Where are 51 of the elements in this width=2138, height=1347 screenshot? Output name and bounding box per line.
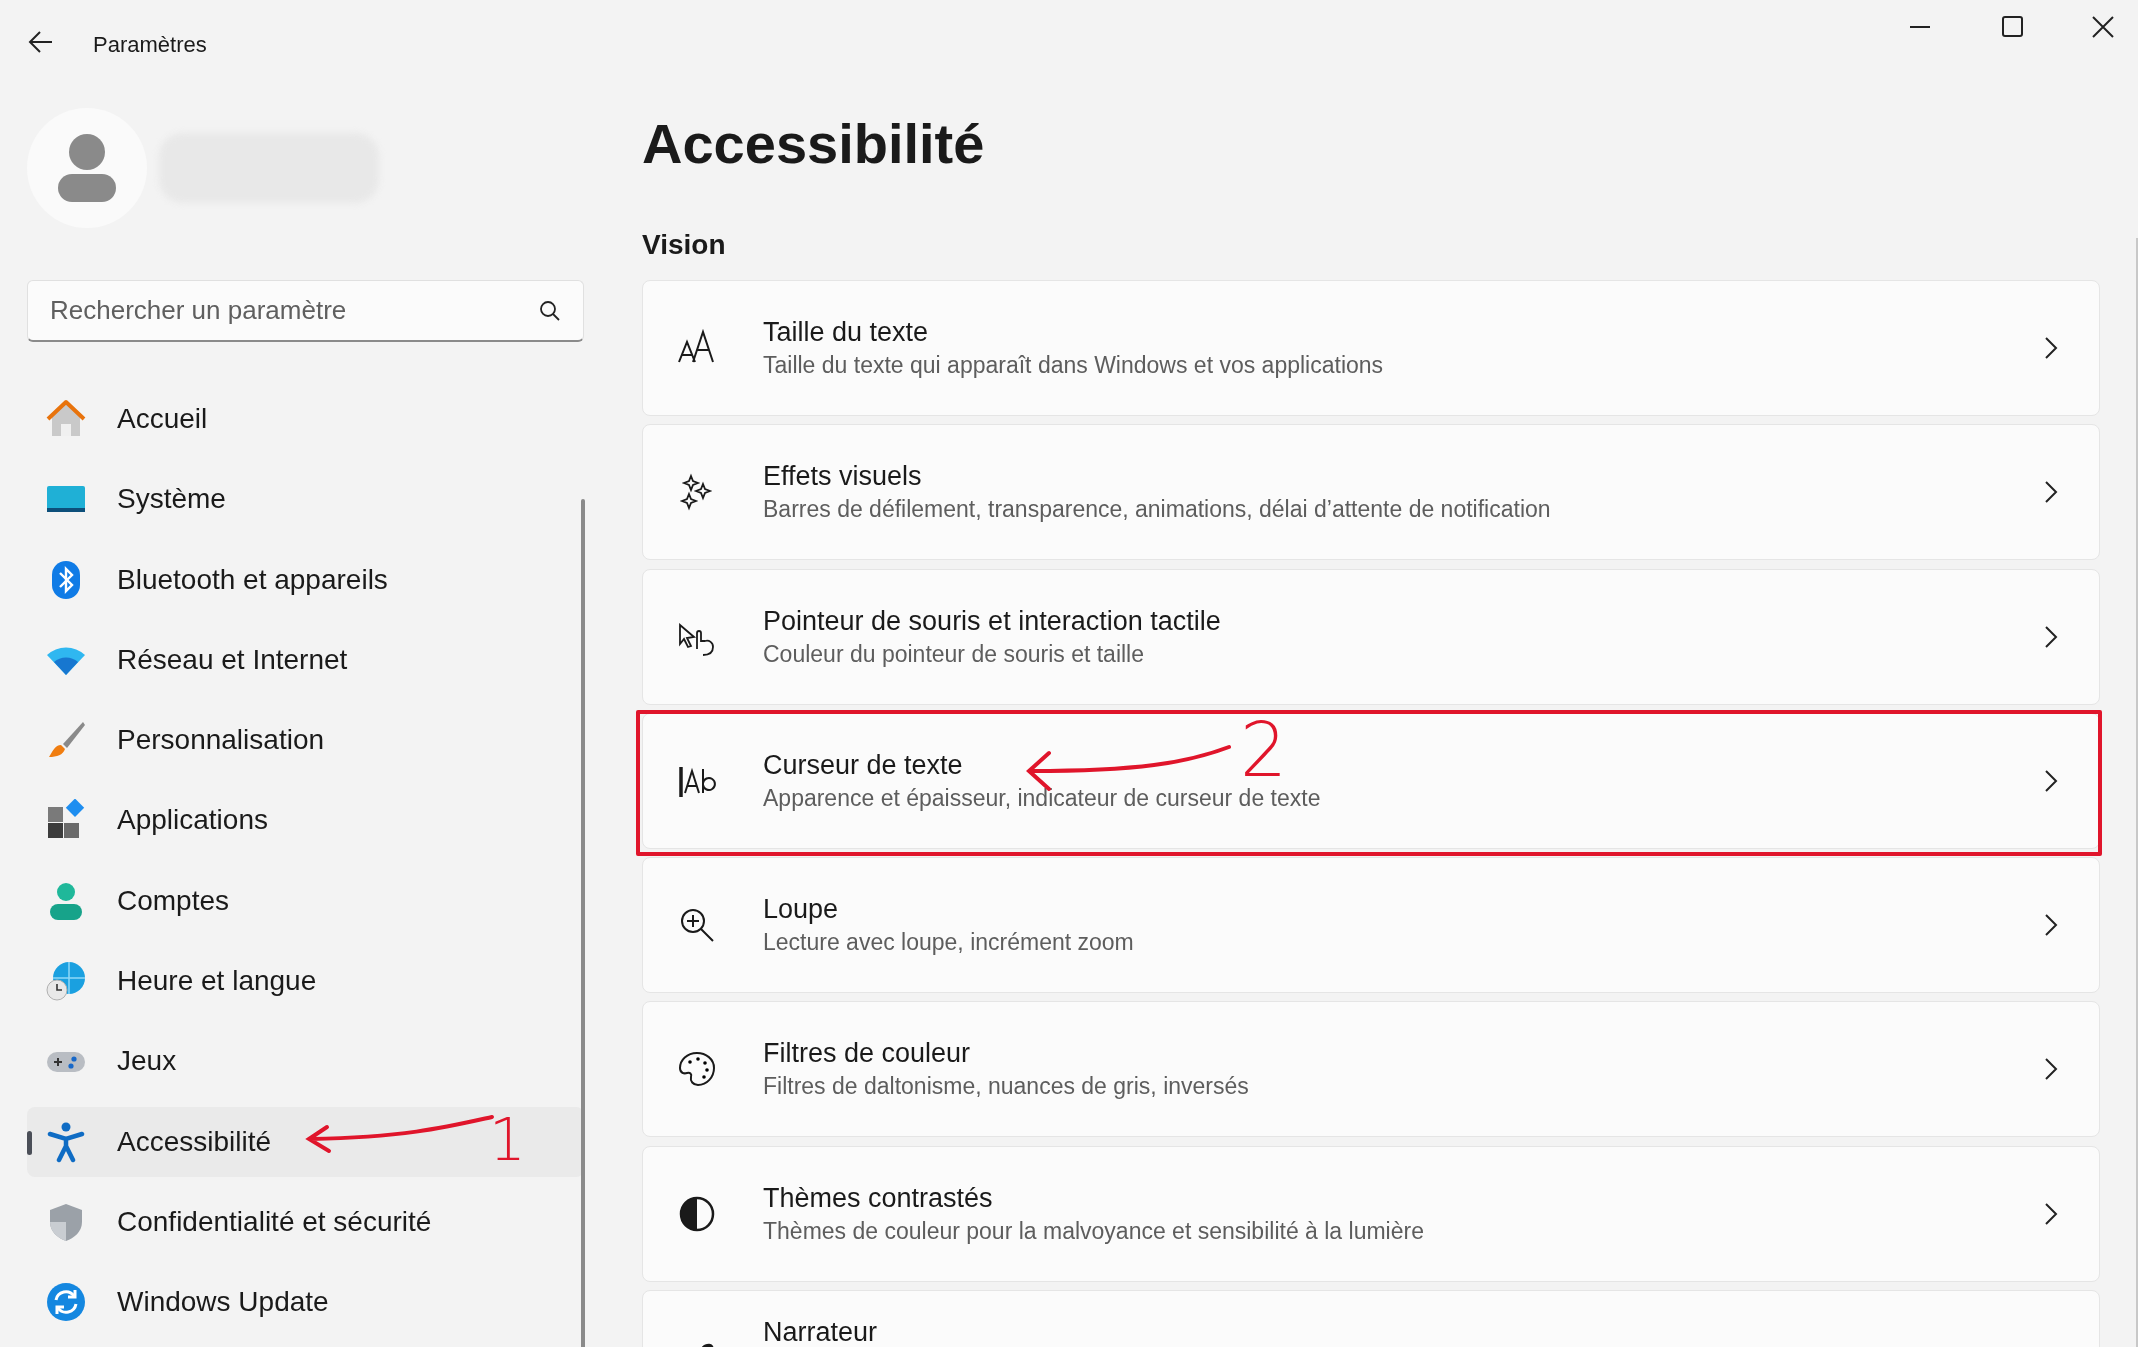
settings-card[interactable]: Loupe Lecture avec loupe, incrément zoom xyxy=(642,857,2100,994)
nav-item[interactable]: Heure et langue xyxy=(27,946,584,1017)
page-title: Accessibilité xyxy=(642,111,986,177)
nav-item[interactable]: Bluetooth et appareils xyxy=(27,544,584,615)
nav-item[interactable]: Réseau et Internet xyxy=(27,624,584,695)
accessibility-icon xyxy=(45,1120,87,1163)
search-icon xyxy=(538,299,562,323)
nav-item[interactable]: Système xyxy=(27,464,584,535)
settings-card[interactable]: Taille du texte Taille du texte qui apparaît dans Windows et vos applications xyxy=(642,280,2100,416)
card-title: Filtres de couleur xyxy=(763,1037,971,1071)
sync-icon xyxy=(45,1281,87,1324)
chevron-right-icon xyxy=(2043,767,2059,794)
card-title: Loupe xyxy=(763,893,839,927)
globe-clock-icon xyxy=(45,960,87,1003)
nav-item[interactable]: Confidentialité et sécurité xyxy=(27,1186,584,1257)
card-description: Lecture avec loupe, incrément zoom xyxy=(763,928,1134,958)
chevron-right-icon xyxy=(2043,623,2059,650)
nav-item[interactable]: Jeux xyxy=(27,1026,584,1097)
card-title: Thèmes contrastés xyxy=(763,1181,993,1215)
card-title: Pointeur de souris et interaction tactile xyxy=(763,604,1221,638)
card-title: Effets visuels xyxy=(763,460,922,494)
card-description: Thèmes de couleur pour la malvoyance et sensibilité à la lumière xyxy=(763,1216,1424,1246)
search-field[interactable]: Rechercher un paramètre xyxy=(27,280,584,342)
window-title: Paramètres xyxy=(93,31,207,59)
card-title: Curseur de texte xyxy=(763,748,963,782)
card-description: Couleur du pointeur de souris et taille xyxy=(763,639,1144,669)
settings-card[interactable]: Filtres de couleur Filtres de daltonisme, nuances de gris, inversés xyxy=(642,1001,2100,1138)
section-heading: Vision xyxy=(642,228,727,262)
nav-item[interactable]: Accueil xyxy=(27,384,584,454)
card-description: Taille du texte qui apparaît dans Windows et vos applications xyxy=(763,351,1384,380)
nav-item[interactable]: Comptes xyxy=(27,865,584,936)
nav-item[interactable]: Accessibilité 1 xyxy=(27,1106,584,1177)
selection-indicator xyxy=(27,1130,32,1155)
chevron-right-icon xyxy=(2043,335,2059,361)
card-description: Filtres de daltonisme, nuances de gris, inversés xyxy=(763,1072,1249,1102)
card-description: Barres de défilement, transparence, animations, délai d’attente de notification xyxy=(763,495,1551,525)
chevron-right-icon xyxy=(2043,1200,2059,1227)
nav-item[interactable]: Windows Update xyxy=(27,1267,584,1338)
back-icon[interactable] xyxy=(28,30,54,54)
settings-card[interactable]: Pointeur de souris et interaction tactile Couleur du pointeur de souris et taille xyxy=(642,568,2100,705)
nav-item[interactable]: Applications xyxy=(27,785,584,856)
person-icon xyxy=(56,132,118,204)
close-icon[interactable] xyxy=(2090,14,2116,40)
handwritten-number: 1 xyxy=(489,1110,526,1169)
settings-card[interactable]: Thèmes contrastés Thèmes de couleur pour la malvoyance et sensibilité à la lumière xyxy=(642,1145,2100,1282)
card-title: Narrateur xyxy=(763,1316,878,1347)
card-title: Taille du texte xyxy=(763,316,929,349)
settings-card[interactable]: Narrateur xyxy=(642,1290,2100,1347)
settings-card[interactable]: Effets visuels Barres de défilement, transparence, animations, délai d’attente de notification xyxy=(642,424,2100,561)
maximize-icon[interactable] xyxy=(2000,14,2026,40)
nav-item[interactable]: Personnalisation xyxy=(27,705,584,776)
